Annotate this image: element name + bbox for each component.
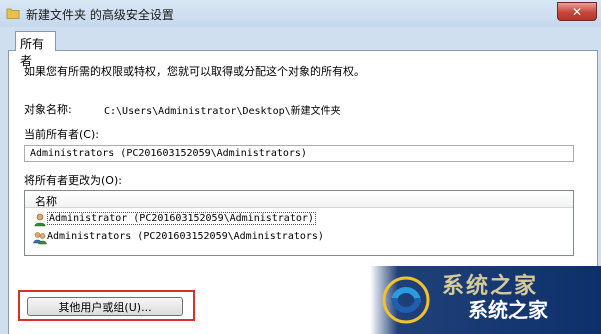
advanced-security-settings-window: 新建文件夹 的高级安全设置 ✕ 所有者 如果您有所需的权限或特权，您就可以取得或… [0,0,601,334]
watermark-logo-icon [382,276,430,324]
close-button[interactable]: ✕ [557,2,597,21]
current-owner-label: 当前所有者(C): [24,128,99,141]
list-column-header-name[interactable]: 名称 [25,191,573,208]
other-users-or-groups-button[interactable]: 其他用户或组(U)... [27,297,183,316]
list-item-label: Administrator (PC201603152059\Administra… [47,212,316,225]
list-item-label: Administrators (PC201603152059\Administr… [47,231,324,242]
user-icon [34,213,46,227]
tab-owner[interactable]: 所有者 [15,31,56,68]
list-item[interactable]: Administrator (PC201603152059\Administra… [25,212,573,228]
change-owner-label: 将所有者更改为(O): [24,174,122,187]
object-name-value: C:\Users\Administrator\Desktop\新建文件夹 [104,106,341,117]
info-text: 如果您有所需的权限或特权，您就可以取得或分配这个对象的所有权。 [24,65,365,78]
watermark-main-text: 系统之家 [468,298,548,322]
object-name-label: 对象名称: [24,103,72,116]
window-title: 新建文件夹 的高级安全设置 [26,8,174,22]
watermark: 系统之家 系统之家 [370,266,601,334]
folder-icon [6,8,20,19]
users-group-icon [33,232,47,245]
owner-listbox[interactable]: 名称 Administrator (PC201603152059\Adminis… [24,190,574,256]
title-bar[interactable]: 新建文件夹 的高级安全设置 ✕ [0,0,601,27]
list-item[interactable]: Administrators (PC201603152059\Administr… [25,230,573,246]
current-owner-field: Administrators (PC201603152059\Administr… [24,145,574,162]
